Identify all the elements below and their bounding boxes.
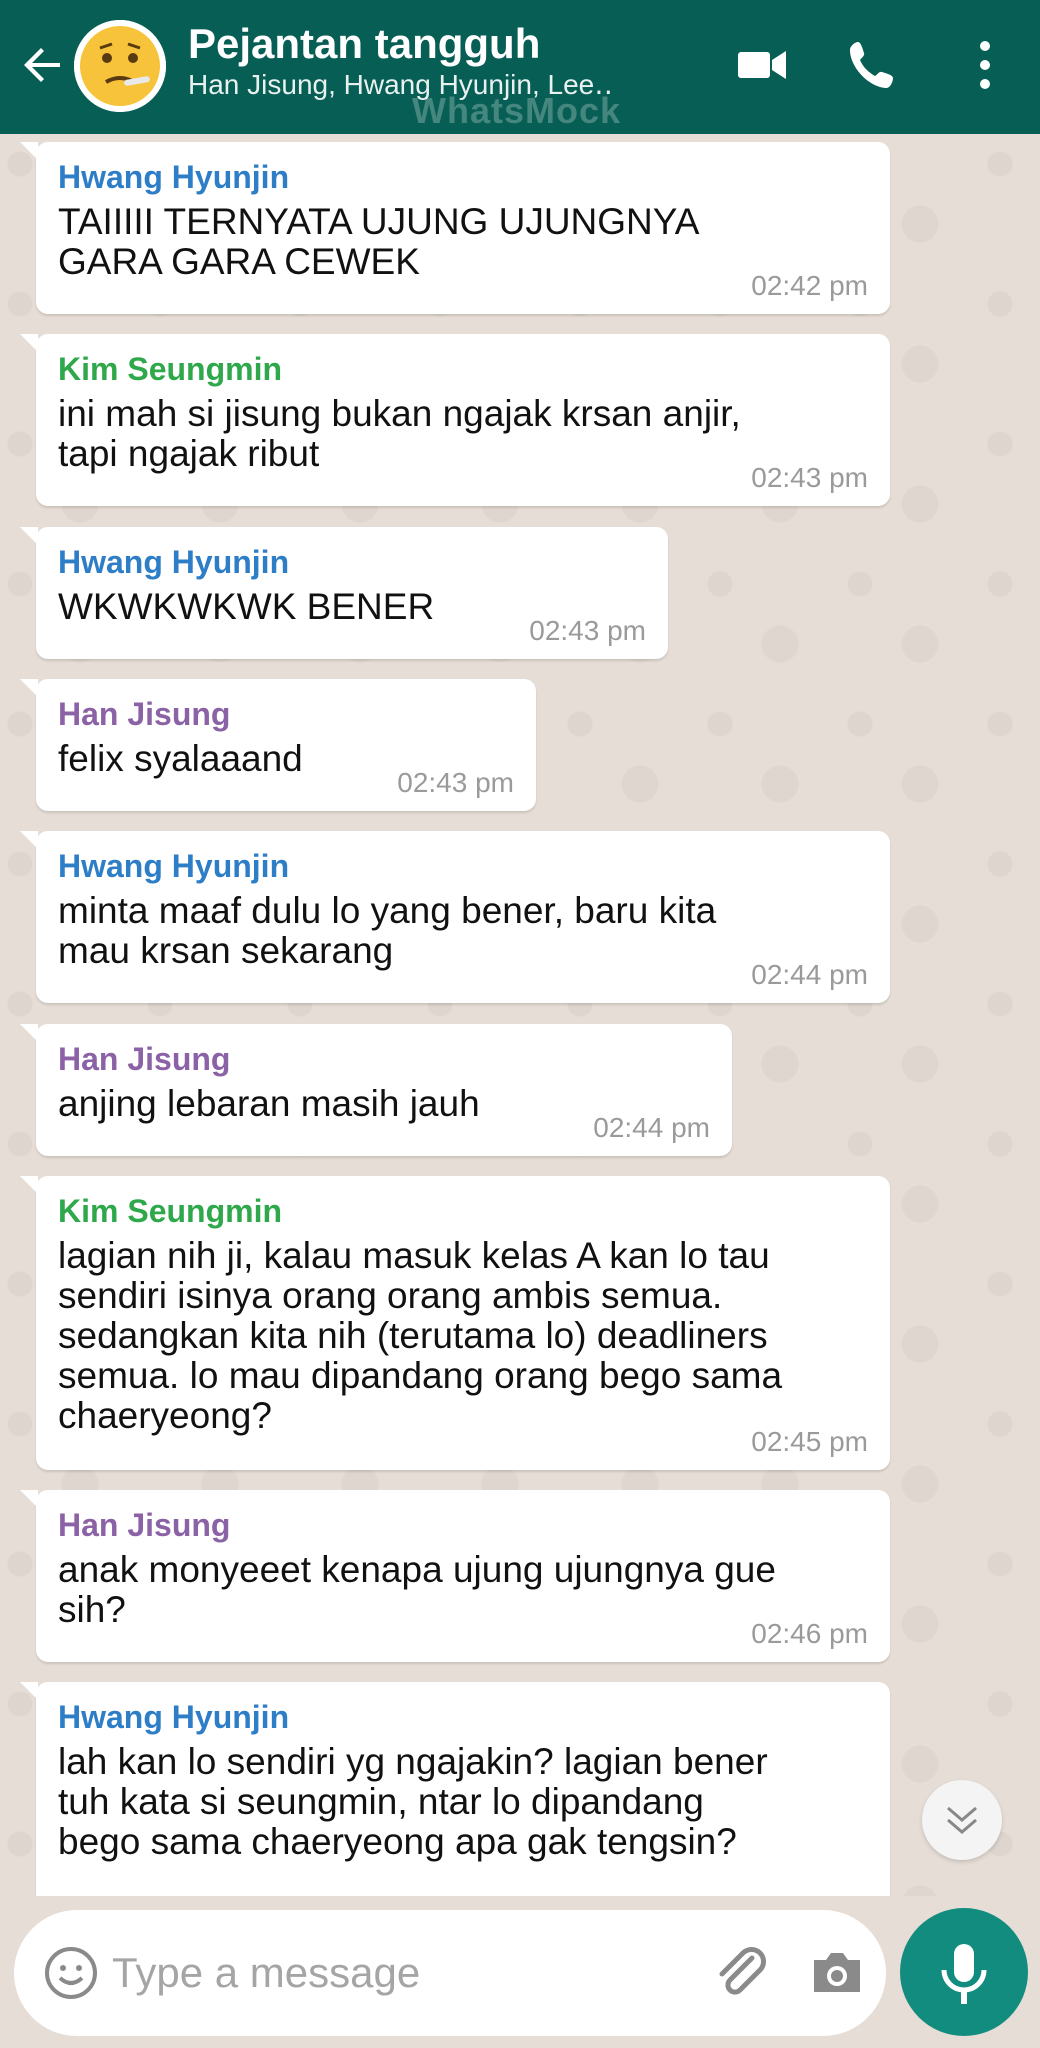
microphone-button[interactable]	[900, 1908, 1028, 2036]
message-bubble[interactable]: Kim Seungmin ini mah si jisung bukan nga…	[20, 334, 890, 506]
emoji-icon[interactable]	[42, 1944, 100, 2002]
message-composer	[14, 1910, 886, 2036]
message-bubble[interactable]: Hwang Hyunjin minta maaf dulu lo yang be…	[20, 831, 890, 1003]
message-text: lagian nih ji, kalau masuk kelas A kan l…	[58, 1235, 783, 1436]
message-bubble[interactable]: Han Jisung felix syalaaand 02:43 pm	[20, 679, 536, 811]
message-bubble[interactable]: Han Jisung anak monyeeet kenapa ujung uj…	[20, 1490, 890, 1662]
chat-title[interactable]: Pejantan tangguh	[188, 20, 540, 68]
message-bubble[interactable]: Han Jisung anjing lebaran masih jauh 02:…	[20, 1024, 732, 1156]
watermark: WhatsMock	[412, 90, 622, 131]
scroll-to-bottom-button[interactable]	[922, 1780, 1002, 1860]
message-sender: Han Jisung	[58, 1041, 231, 1077]
message-input[interactable]	[112, 1944, 672, 2002]
message-text: TAIIIII TERNYATA UJUNG UJUNGNYA GARA GAR…	[58, 201, 700, 282]
message-time: 02:43 pm	[751, 462, 868, 493]
message-bubble[interactable]: Hwang Hyunjin WKWKWKWK BENER 02:43 pm	[20, 527, 668, 659]
message-time: 02:44 pm	[751, 959, 868, 990]
message-sender: Hwang Hyunjin	[58, 1699, 290, 1735]
more-options-icon[interactable]	[952, 32, 1018, 98]
group-avatar[interactable]	[74, 20, 166, 112]
message-time: 02:46 pm	[751, 1618, 868, 1649]
message-text: anak monyeeet kenapa ujung ujungnya gue …	[58, 1549, 776, 1630]
message-sender: Hwang Hyunjin	[58, 159, 290, 195]
message-time: 02:42 pm	[751, 270, 868, 301]
video-call-icon[interactable]	[728, 32, 794, 98]
message-sender: Hwang Hyunjin	[58, 544, 290, 580]
microphone-icon	[941, 1944, 987, 2004]
message-time: 02:43 pm	[529, 615, 646, 646]
chat-area[interactable]: Hwang Hyunjin TAIIIII TERNYATA UJUNG UJU…	[0, 134, 1040, 1896]
message-sender: Kim Seungmin	[58, 351, 283, 387]
message-text: ini mah si jisung bukan ngajak krsan anj…	[58, 393, 741, 474]
back-arrow-icon[interactable]	[16, 38, 70, 92]
message-bubble[interactable]: Kim Seungmin lagian nih ji, kalau masuk …	[20, 1176, 890, 1470]
chat-header: Pejantan tangguh Han Jisung, Hwang Hyunj…	[0, 0, 1040, 134]
camera-icon[interactable]	[804, 1940, 870, 2006]
double-chevron-down-icon	[947, 1806, 977, 1834]
message-bubble[interactable]: Hwang Hyunjin lah kan lo sendiri yg ngaj…	[20, 1682, 890, 1896]
message-sender: Kim Seungmin	[58, 1193, 283, 1229]
message-text: lah kan lo sendiri yg ngajakin? lagian b…	[58, 1741, 768, 1862]
message-bubble[interactable]: Hwang Hyunjin TAIIIII TERNYATA UJUNG UJU…	[20, 142, 890, 314]
phone-icon[interactable]	[840, 32, 906, 98]
message-time: 02:44 pm	[593, 1112, 710, 1143]
message-text: minta maaf dulu lo yang bener, baru kita…	[58, 890, 717, 971]
message-time: 02:43 pm	[397, 767, 514, 798]
message-sender: Han Jisung	[58, 1507, 231, 1543]
message-time: 02:45 pm	[751, 1426, 868, 1457]
message-sender: Hwang Hyunjin	[58, 848, 290, 884]
message-sender: Han Jisung	[58, 696, 231, 732]
paperclip-icon[interactable]	[708, 1940, 774, 2006]
